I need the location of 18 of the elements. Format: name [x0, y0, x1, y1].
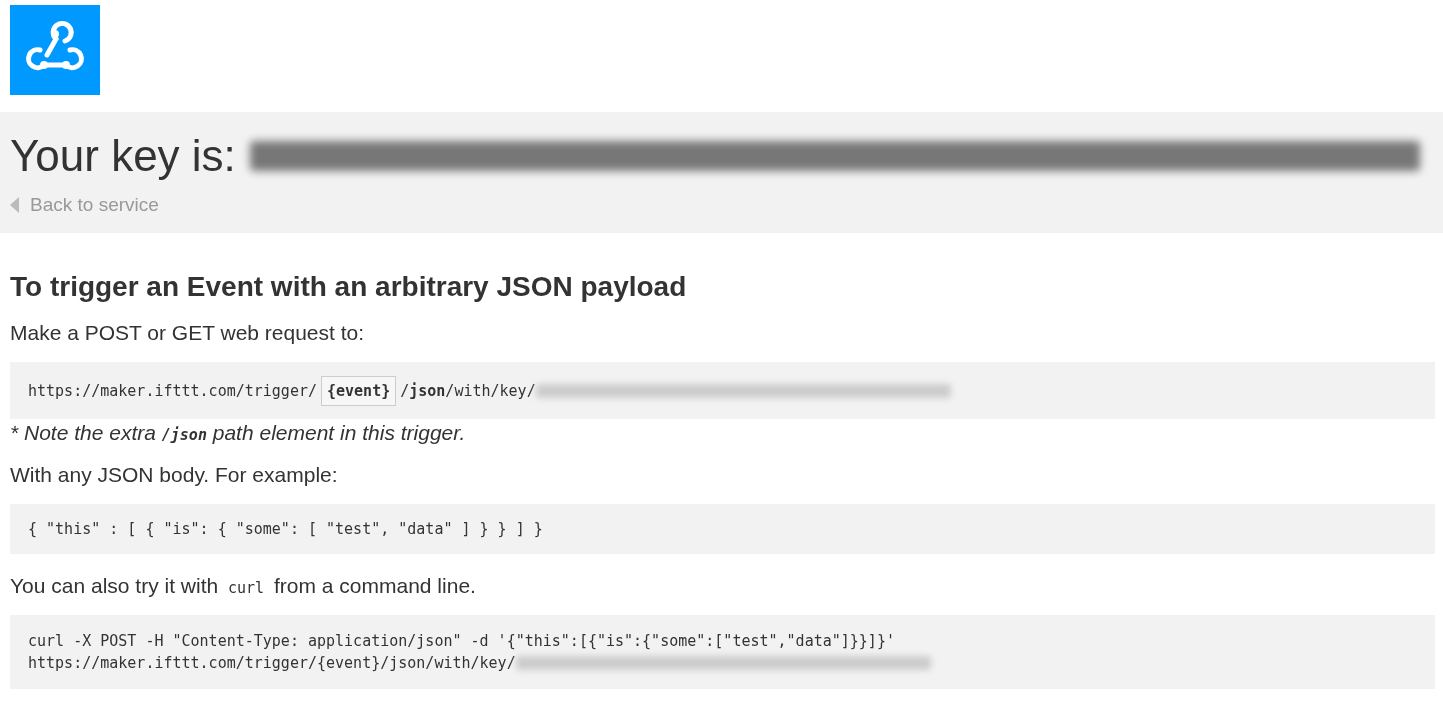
curl-intro-text: You can also try it with — [10, 574, 219, 597]
url-suffix: /json/with/key/ — [400, 381, 536, 400]
inline-code: curl — [227, 579, 266, 597]
body-intro-text: With any JSON body. For example: — [10, 463, 339, 487]
code-line: curl -X POST -H "Content-Type: application/json" -d '{"this":[{"is":{"some":["test","data"]}}]}' — [28, 632, 895, 650]
code-line: { "this" : [ { "is": { "some": [ "test", "data" ] } } ] } — [28, 520, 543, 538]
back-to-service-link[interactable]: Back to service — [10, 194, 159, 216]
inline-code: /json — [161, 426, 207, 444]
key-title: Your key is: — [10, 131, 236, 181]
webhook-logo-icon — [10, 5, 100, 95]
note-text: * Note the extra — [10, 421, 156, 444]
note-text: path element in this trigger. — [212, 421, 466, 444]
url-prefix: https://maker.ifttt.com/trigger/ — [28, 381, 317, 400]
curl-intro-text: from a command line. — [274, 574, 476, 597]
event-placeholder-tag: {event} — [321, 375, 397, 406]
code-line: https://maker.ifttt.com/trigger/{event}/json/with/key/ — [28, 654, 516, 672]
intro-text: Make a POST or GET web request to: — [10, 321, 366, 345]
section-heading: To trigger an Event with an arbitrary JSON payload — [10, 271, 688, 303]
